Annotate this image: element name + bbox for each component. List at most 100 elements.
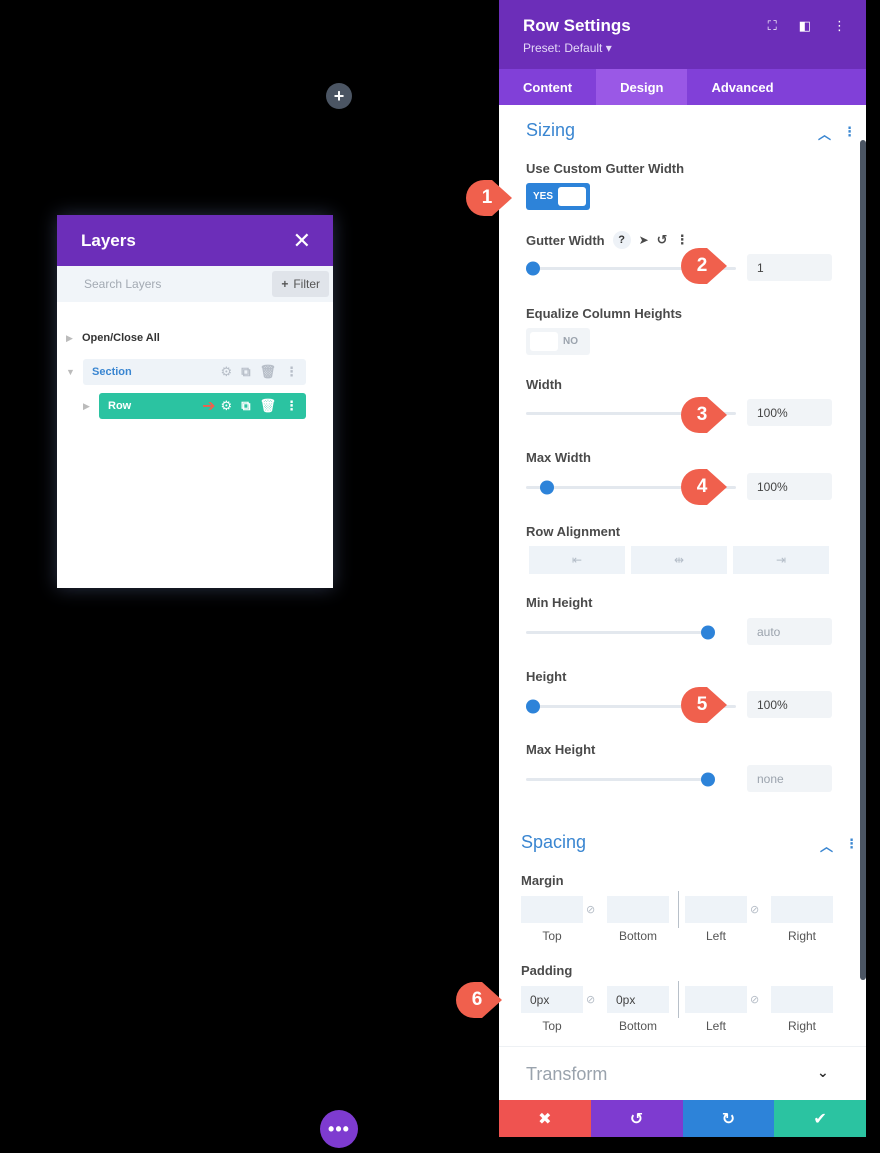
height-input[interactable]: 100% — [747, 691, 832, 718]
tab-advanced[interactable]: Advanced — [687, 69, 797, 105]
chevron-up-icon[interactable]: ︿ — [818, 124, 831, 143]
undo-button[interactable]: ↺ — [590, 1100, 683, 1137]
kebab-menu-icon[interactable]: ⋮ — [833, 18, 846, 34]
gear-icon[interactable]: ⚙ — [221, 398, 233, 414]
caret-right-icon[interactable]: ▶ — [83, 401, 90, 412]
max-height-slider[interactable] — [526, 772, 715, 787]
row-settings-panel: Row Settings Preset: Default ▾ ⛶ ◧ ⋮ Con… — [499, 0, 866, 1137]
kebab-menu-icon[interactable]: ⋮ — [676, 232, 689, 248]
margin-left-input[interactable] — [685, 896, 747, 923]
marker-number: 4 — [696, 476, 708, 497]
link-icon[interactable]: ⊘ — [750, 993, 759, 1006]
max-height-input[interactable]: none — [747, 765, 832, 792]
tab-design[interactable]: Design — [596, 69, 688, 105]
max-width-input[interactable]: 100% — [747, 473, 832, 500]
marker-number: 3 — [696, 404, 708, 425]
scrollbar[interactable] — [860, 140, 866, 980]
padding-top-input[interactable]: 0px — [521, 986, 583, 1013]
kebab-menu-icon[interactable]: ⋮ — [285, 364, 298, 380]
search-layers-input[interactable]: Search Layers — [84, 277, 161, 291]
reset-icon[interactable]: ↺ — [657, 232, 668, 248]
layers-header: Layers ✕ — [57, 215, 333, 266]
kebab-menu-icon[interactable]: ⋮ — [845, 836, 858, 855]
annotation-marker-3: 3 — [681, 397, 727, 433]
add-section-button[interactable]: + — [326, 83, 352, 109]
save-button[interactable]: ✔ — [774, 1100, 866, 1137]
height-label: Height — [526, 669, 567, 684]
marker-number: 2 — [696, 255, 708, 276]
transform-title[interactable]: Transform — [526, 1064, 607, 1085]
caret-right-icon: ▶ — [66, 332, 73, 343]
toggle-thumb — [530, 332, 558, 351]
tab-content[interactable]: Content — [499, 69, 596, 105]
equalize-heights-toggle[interactable]: NO — [526, 328, 590, 355]
trash-icon[interactable]: 🗑 — [259, 364, 276, 380]
filter-label: Filter — [293, 277, 320, 291]
use-custom-gutter-label: Use Custom Gutter Width — [526, 161, 685, 176]
tree-row-row: ▶ Row ➔ ⚙ ⧉ 🗑 ⋮ — [57, 393, 333, 419]
discard-button[interactable]: ✖ — [499, 1100, 591, 1137]
align-left-icon: ⇤ — [571, 553, 583, 567]
padding-bottom-input[interactable]: 0px — [607, 986, 669, 1013]
sizing-title[interactable]: Sizing — [526, 120, 575, 141]
gear-icon[interactable]: ⚙ — [221, 364, 233, 380]
padding-right-input[interactable] — [771, 986, 833, 1013]
align-center-button[interactable]: ⇹ — [631, 546, 727, 574]
slider-knob[interactable] — [539, 480, 554, 495]
link-icon[interactable]: ⊘ — [586, 993, 595, 1006]
padding-top-label: Top — [542, 1019, 562, 1033]
padding-left-input[interactable] — [685, 986, 747, 1013]
min-height-slider[interactable] — [526, 625, 715, 640]
kebab-menu-icon[interactable]: ⋮ — [843, 124, 856, 143]
open-close-all[interactable]: ▶ Open/Close All — [57, 325, 333, 351]
margin-bottom-input[interactable] — [607, 896, 669, 923]
slider-knob[interactable] — [526, 261, 540, 276]
fullscreen-icon[interactable]: ⛶ — [768, 18, 777, 34]
chevron-up-icon[interactable]: ︿ — [820, 836, 833, 855]
gutter-width-label: Gutter Width — [526, 232, 605, 248]
link-icon[interactable]: ⊘ — [750, 903, 759, 916]
spacing-title[interactable]: Spacing — [521, 832, 586, 853]
duplicate-icon[interactable]: ⧉ — [241, 364, 250, 380]
use-custom-gutter-toggle[interactable]: YES — [526, 183, 590, 210]
trash-icon[interactable]: 🗑 — [259, 398, 276, 414]
layers-tree: ▶ Open/Close All ▼ Section ⚙ ⧉ 🗑 ⋮ ▶ Row… — [57, 302, 333, 419]
close-icon[interactable]: ✕ — [293, 228, 311, 254]
marker-number: 6 — [471, 989, 483, 1010]
layer-row[interactable]: Row ➔ ⚙ ⧉ 🗑 ⋮ — [99, 393, 306, 419]
divider — [678, 981, 679, 1018]
margin-bottom-label: Bottom — [618, 929, 657, 943]
cursor-icon[interactable]: ➤ — [639, 233, 649, 247]
caret-down-icon[interactable]: ▼ — [66, 367, 75, 377]
slider-knob[interactable] — [701, 625, 715, 640]
slider-knob[interactable] — [526, 699, 540, 714]
layers-title: Layers — [81, 230, 136, 250]
link-icon[interactable]: ⊘ — [586, 903, 595, 916]
margin-top-input[interactable] — [521, 896, 583, 923]
max-height-label: Max Height — [526, 742, 596, 757]
chevron-down-icon[interactable]: ⌄ — [817, 1064, 829, 1081]
kebab-menu-icon[interactable]: ⋮ — [285, 398, 298, 414]
layers-search-bar: Search Layers + Filter — [57, 266, 333, 302]
margin-right-input[interactable] — [771, 896, 833, 923]
more-options-button[interactable]: ••• — [320, 1110, 358, 1148]
marker-number: 1 — [481, 187, 493, 208]
duplicate-icon[interactable]: ⧉ — [241, 398, 250, 414]
min-height-input[interactable]: auto — [747, 618, 832, 645]
preset-dropdown[interactable]: Preset: Default ▾ — [523, 41, 842, 55]
width-input[interactable]: 100% — [747, 399, 832, 426]
slider-knob[interactable] — [701, 772, 715, 787]
split-view-icon[interactable]: ◧ — [799, 18, 811, 34]
help-icon[interactable]: ? — [612, 231, 631, 249]
align-left-button[interactable]: ⇤ — [529, 546, 625, 574]
plus-icon: + — [281, 277, 289, 291]
layer-section[interactable]: Section ⚙ ⧉ 🗑 ⋮ — [83, 359, 306, 385]
filter-button[interactable]: + Filter — [272, 271, 329, 297]
close-icon: ✖ — [538, 1110, 552, 1128]
align-right-button[interactable]: ⇥ — [733, 546, 829, 574]
equalize-heights-label: Equalize Column Heights — [526, 306, 683, 321]
annotation-marker-1: 1 — [466, 180, 512, 216]
gutter-width-input[interactable]: 1 — [747, 254, 832, 281]
redo-button[interactable]: ↻ — [682, 1100, 775, 1137]
divider — [499, 1046, 866, 1047]
